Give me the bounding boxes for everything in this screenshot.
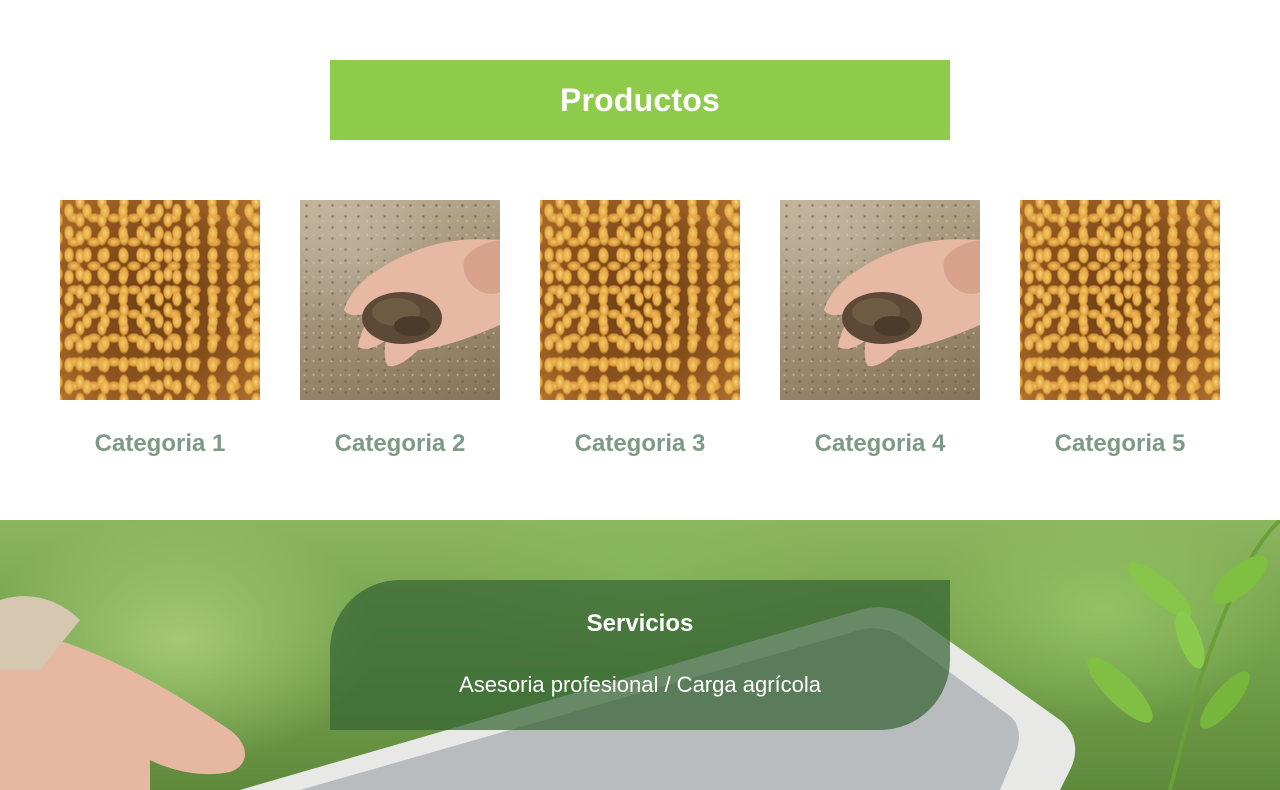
category-label[interactable]: Categoria 1 [95,430,226,458]
category-label[interactable]: Categoria 3 [575,430,706,458]
page: Productos Categoria 1 Categoria 2 Catego… [0,0,1280,790]
category-card-4[interactable]: Categoria 4 [780,200,980,458]
services-subtitle: Asesoria profesional / Carga agrícola [459,672,821,697]
category-label[interactable]: Categoria 2 [335,430,466,458]
category-card-3[interactable]: Categoria 3 [540,200,740,458]
services-title: Servicios [586,610,694,637]
category-label[interactable]: Categoria 5 [1055,430,1186,458]
soil-in-hand-image[interactable] [300,200,500,400]
category-list: Categoria 1 Categoria 2 Categoria 3 Cate… [60,200,1220,458]
services-card[interactable]: Servicios Asesoria profesional / Carga a… [330,580,950,730]
products-title-bar: Productos [330,60,950,140]
wheat-grain-image[interactable] [540,200,740,400]
category-card-2[interactable]: Categoria 2 [300,200,500,458]
products-title: Productos [559,81,721,118]
wheat-grain-image[interactable] [60,200,260,400]
soil-in-hand-image[interactable] [780,200,980,400]
category-card-5[interactable]: Categoria 5 [1020,200,1220,458]
category-label[interactable]: Categoria 4 [815,430,946,458]
wheat-grain-image[interactable] [1020,200,1220,400]
category-card-1[interactable]: Categoria 1 [60,200,260,458]
